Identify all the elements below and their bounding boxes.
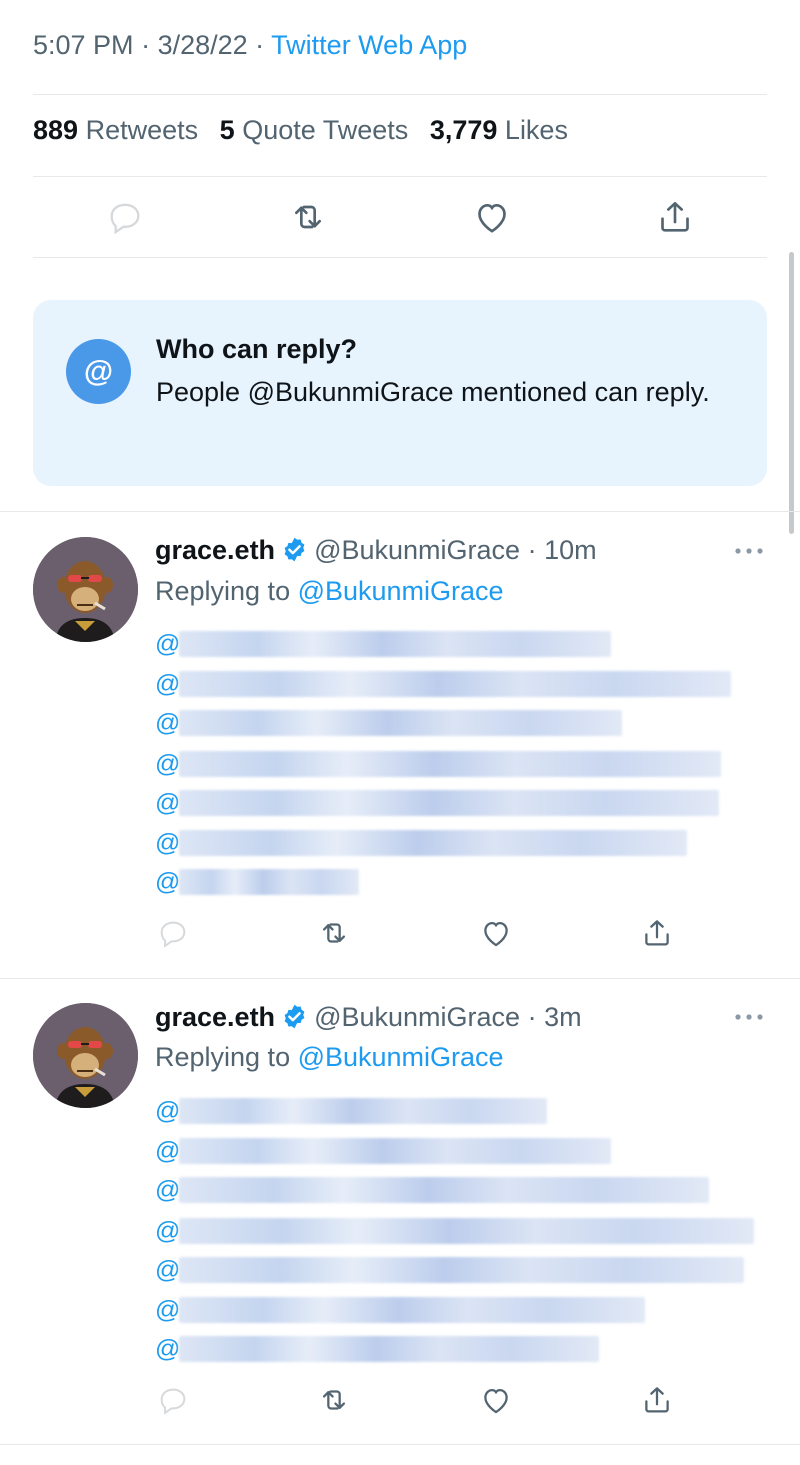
ape-avatar-icon [33, 537, 138, 642]
at-sign-icon: @ [66, 339, 131, 404]
share-icon [661, 202, 690, 232]
retweet-icon [323, 923, 346, 943]
reply-action-bar [155, 1380, 675, 1420]
divider [33, 94, 767, 95]
scrollbar[interactable] [789, 252, 794, 534]
reply-icon [110, 203, 140, 235]
tweet-action-bar [33, 178, 767, 256]
like-icon [483, 921, 508, 947]
who-can-reply-title: Who can reply? [156, 334, 358, 364]
blurred-mention [179, 1177, 709, 1203]
blurred-mention [179, 710, 622, 736]
blurred-mention [179, 1138, 611, 1164]
blurred-mention [179, 751, 721, 777]
display-name[interactable]: grace.eth [155, 1002, 275, 1032]
mention-line[interactable]: @ [155, 788, 719, 818]
tweet-timestamp-row: 5:07 PM · 3/28/22 · Twitter Web App [33, 30, 467, 61]
share-icon [645, 920, 669, 946]
user-handle[interactable]: @BukunmiGrace [314, 535, 520, 565]
retweet-icon [323, 1390, 346, 1410]
retweet-icon [295, 205, 322, 229]
blurred-mention [179, 1098, 547, 1124]
display-name[interactable]: grace.eth [155, 535, 275, 565]
blurred-mention [179, 1257, 744, 1283]
like-icon [477, 203, 506, 233]
ape-avatar-icon [33, 1003, 138, 1108]
mention-line[interactable]: @ [155, 669, 731, 699]
replying-to-link[interactable]: @BukunmiGrace [298, 1042, 504, 1072]
share-icon [645, 1387, 669, 1413]
tweet-source-link[interactable]: Twitter Web App [271, 30, 467, 60]
blurred-mention [179, 631, 611, 657]
replying-to-line: Replying to @BukunmiGrace [155, 576, 504, 606]
tweet-header: grace.eth @BukunmiGrace · 10m [155, 535, 597, 566]
more-options-icon[interactable] [734, 546, 764, 556]
reply-icon [160, 1388, 186, 1415]
reply-button[interactable] [99, 191, 151, 243]
mention-line[interactable]: @ [155, 1216, 754, 1246]
who-can-reply-description: People @BukunmiGrace mentioned can reply… [156, 377, 710, 407]
more-options-icon[interactable] [734, 1012, 764, 1022]
share-button[interactable] [639, 915, 675, 951]
blurred-mention [179, 671, 731, 697]
mention-line[interactable]: @ [155, 1255, 744, 1285]
quote-tweets-stat[interactable]: 5 Quote Tweets [220, 115, 409, 145]
blurred-mention [179, 830, 687, 856]
mention-line[interactable]: @ [155, 1295, 645, 1325]
separator-dot: · [527, 1002, 537, 1032]
retweet-button[interactable] [282, 191, 334, 243]
tweet-stats: 889 Retweets 5 Quote Tweets 3,779 Likes [33, 115, 582, 146]
blurred-mention [179, 1297, 645, 1323]
user-handle[interactable]: @BukunmiGrace [314, 1002, 520, 1032]
like-button[interactable] [478, 1382, 514, 1418]
separator-dot: · [247, 30, 272, 60]
tweet-age[interactable]: 3m [544, 1002, 582, 1032]
blurred-mention [179, 869, 359, 895]
tweet-age[interactable]: 10m [544, 535, 597, 565]
reply-tweet[interactable]: grace.eth @BukunmiGrace · 10m Replying to… [0, 511, 800, 978]
divider [0, 1444, 800, 1445]
reply-action-bar [155, 913, 675, 953]
mention-line[interactable]: @ [155, 1136, 611, 1166]
separator-dot: · [133, 30, 158, 60]
retweets-stat[interactable]: 889 Retweets [33, 115, 198, 145]
retweet-button[interactable] [316, 1382, 352, 1418]
avatar[interactable] [33, 1003, 138, 1108]
mention-line[interactable]: @ [155, 1175, 709, 1205]
share-button[interactable] [639, 1382, 675, 1418]
like-button[interactable] [478, 915, 514, 951]
avatar[interactable] [33, 537, 138, 642]
mention-line[interactable]: @ [155, 1096, 547, 1126]
like-icon [483, 1388, 508, 1414]
like-button[interactable] [466, 191, 518, 243]
reply-button[interactable] [155, 915, 191, 951]
tweet-date[interactable]: 3/28/22 [158, 30, 248, 60]
mention-line[interactable]: @ [155, 749, 721, 779]
verified-badge-icon [284, 1004, 305, 1029]
reply-tweet[interactable]: grace.eth @BukunmiGrace · 3m Replying to … [0, 978, 800, 1444]
tweet-time: 5:07 PM [33, 30, 134, 60]
mention-line[interactable]: @ [155, 708, 622, 738]
divider [33, 257, 767, 258]
mention-line[interactable]: @ [155, 867, 359, 897]
replying-to-link[interactable]: @BukunmiGrace [298, 576, 504, 606]
blurred-mention [179, 1336, 599, 1362]
mention-line[interactable]: @ [155, 629, 611, 659]
replying-to-line: Replying to @BukunmiGrace [155, 1042, 504, 1072]
reply-button[interactable] [155, 1382, 191, 1418]
reply-icon [160, 921, 186, 948]
who-can-reply-card: @ Who can reply? People @BukunmiGrace me… [33, 300, 767, 486]
likes-stat[interactable]: 3,779 Likes [430, 115, 568, 145]
tweet-header: grace.eth @BukunmiGrace · 3m [155, 1002, 582, 1033]
verified-badge-icon [284, 537, 305, 562]
retweet-button[interactable] [316, 915, 352, 951]
blurred-mention [179, 1218, 754, 1244]
divider [33, 176, 767, 177]
mention-line[interactable]: @ [155, 828, 687, 858]
share-button[interactable] [649, 191, 701, 243]
mention-line[interactable]: @ [155, 1334, 599, 1364]
separator-dot: · [527, 535, 537, 565]
blurred-mention [179, 790, 719, 816]
